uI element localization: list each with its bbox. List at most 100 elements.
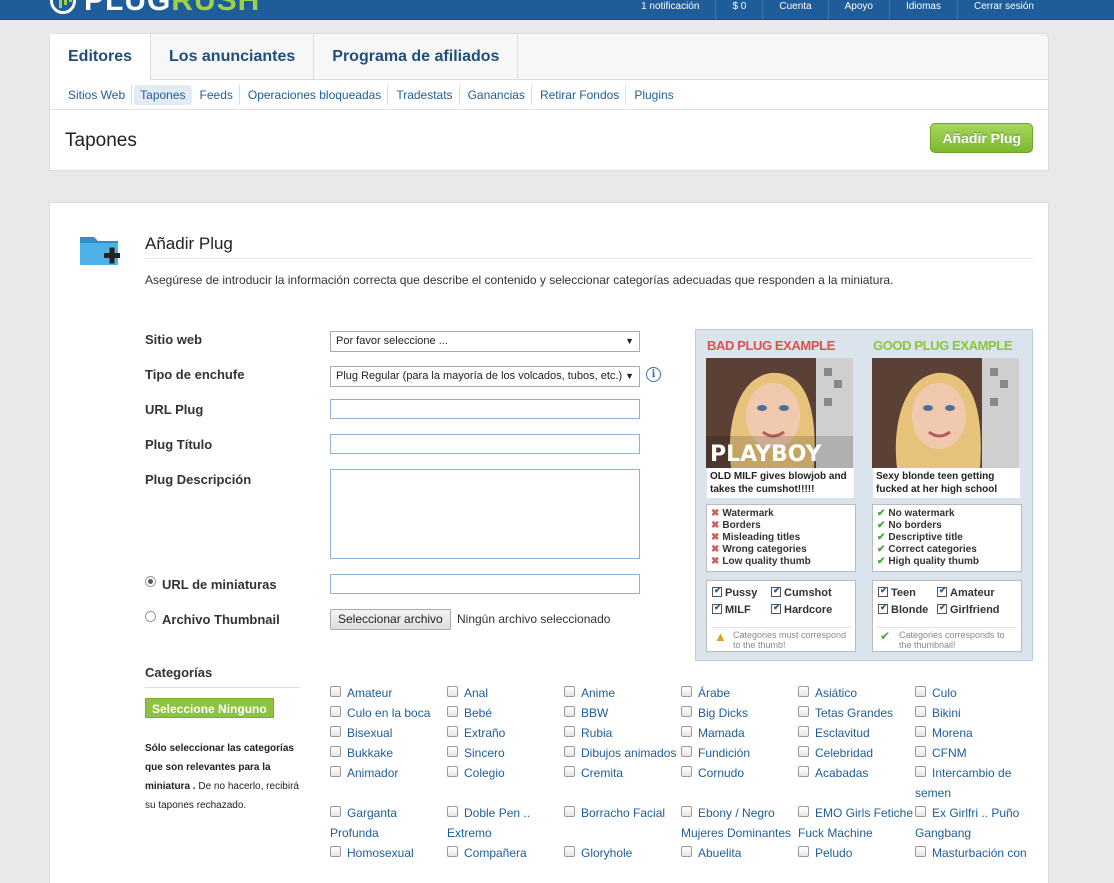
- checkbox[interactable]: [330, 766, 341, 777]
- category-checkbox[interactable]: Animador: [330, 763, 447, 783]
- category-checkbox[interactable]: Borracho Facial: [564, 803, 681, 823]
- category-checkbox[interactable]: Acabadas: [798, 763, 915, 783]
- category-checkbox[interactable]: Bukkake: [330, 743, 447, 763]
- checkbox[interactable]: [447, 846, 458, 857]
- checkbox[interactable]: [915, 846, 926, 857]
- category-checkbox[interactable]: Culo en la boca: [330, 703, 447, 723]
- checkbox[interactable]: [915, 806, 926, 817]
- category-checkbox[interactable]: Garganta Profunda: [330, 803, 447, 843]
- category-checkbox[interactable]: Intercambio de semen: [915, 763, 1032, 803]
- checkbox[interactable]: [798, 726, 809, 737]
- top-nav-support[interactable]: Apoyo: [827, 0, 889, 20]
- checkbox[interactable]: [681, 806, 692, 817]
- checkbox[interactable]: [681, 706, 692, 717]
- checkbox[interactable]: [564, 806, 575, 817]
- top-nav-balance[interactable]: $ 0: [715, 0, 762, 20]
- select-none-button[interactable]: Seleccione Ninguno: [145, 698, 274, 718]
- choose-file-button[interactable]: Seleccionar archivo: [330, 609, 451, 630]
- category-checkbox[interactable]: Árabe: [681, 683, 798, 703]
- checkbox[interactable]: [798, 846, 809, 857]
- subnav-earnings[interactable]: Ganancias: [462, 84, 532, 105]
- info-icon[interactable]: i: [646, 367, 661, 382]
- thumb-url-radio[interactable]: [145, 576, 156, 587]
- top-nav-notifications[interactable]: 1 notificación: [625, 0, 715, 20]
- checkbox[interactable]: [447, 686, 458, 697]
- category-checkbox[interactable]: Fundición: [681, 743, 798, 763]
- category-checkbox[interactable]: Sincero: [447, 743, 564, 763]
- checkbox[interactable]: [915, 766, 926, 777]
- category-checkbox[interactable]: Big Dicks: [681, 703, 798, 723]
- category-checkbox[interactable]: Cremita: [564, 763, 681, 783]
- checkbox[interactable]: [330, 706, 341, 717]
- category-checkbox[interactable]: Mamada: [681, 723, 798, 743]
- category-checkbox[interactable]: Compañera: [447, 843, 564, 863]
- category-checkbox[interactable]: Esclavitud: [798, 723, 915, 743]
- checkbox[interactable]: [564, 746, 575, 757]
- checkbox[interactable]: [447, 806, 458, 817]
- checkbox[interactable]: [915, 686, 926, 697]
- subnav-websites[interactable]: Sitios Web: [62, 84, 133, 105]
- add-plug-button[interactable]: Añadir Plug: [930, 123, 1033, 153]
- category-checkbox[interactable]: Dibujos animados: [564, 743, 681, 763]
- subnav-feeds[interactable]: Feeds: [194, 84, 240, 105]
- checkbox[interactable]: [681, 686, 692, 697]
- tab-advertisers[interactable]: Los anunciantes: [151, 34, 315, 79]
- category-checkbox[interactable]: EMO Girls Fetiche Fuck Machine: [798, 803, 915, 843]
- checkbox[interactable]: [564, 686, 575, 697]
- subnav-plugins[interactable]: Plugins: [628, 85, 679, 105]
- thumb-file-radio[interactable]: [145, 611, 156, 622]
- category-checkbox[interactable]: Colegio: [447, 763, 564, 783]
- category-checkbox[interactable]: Abuelita: [681, 843, 798, 863]
- plug-url-input[interactable]: [330, 399, 640, 419]
- category-checkbox[interactable]: Doble Pen .. Extremo: [447, 803, 564, 843]
- category-checkbox[interactable]: Bikini: [915, 703, 1032, 723]
- category-checkbox[interactable]: Celebridad: [798, 743, 915, 763]
- site-select[interactable]: Por favor seleccione ... ▼: [330, 331, 640, 352]
- checkbox[interactable]: [564, 846, 575, 857]
- checkbox[interactable]: [915, 706, 926, 717]
- top-nav-languages[interactable]: Idiomas: [888, 0, 957, 20]
- category-checkbox[interactable]: Asiático: [798, 683, 915, 703]
- checkbox[interactable]: [447, 746, 458, 757]
- category-checkbox[interactable]: Anal: [447, 683, 564, 703]
- checkbox[interactable]: [681, 726, 692, 737]
- tab-publishers[interactable]: Editores: [50, 34, 152, 81]
- plug-title-input[interactable]: [330, 434, 640, 454]
- checkbox[interactable]: [330, 686, 341, 697]
- category-checkbox[interactable]: Anime: [564, 683, 681, 703]
- checkbox[interactable]: [330, 806, 341, 817]
- subnav-withdraw[interactable]: Retirar Fondos: [534, 84, 627, 105]
- category-checkbox[interactable]: Rubia: [564, 723, 681, 743]
- subnav-tradestats[interactable]: Tradestats: [390, 84, 460, 105]
- category-checkbox[interactable]: Homosexual: [330, 843, 447, 863]
- thumb-url-input[interactable]: [330, 574, 640, 594]
- category-checkbox[interactable]: Extraño: [447, 723, 564, 743]
- plug-type-select[interactable]: Plug Regular (para la mayoría de los vol…: [330, 366, 640, 387]
- checkbox[interactable]: [447, 706, 458, 717]
- checkbox[interactable]: [915, 746, 926, 757]
- top-nav-logout[interactable]: Cerrar sesión: [956, 0, 1050, 20]
- top-nav-account[interactable]: Cuenta: [762, 0, 827, 20]
- checkbox[interactable]: [330, 726, 341, 737]
- checkbox[interactable]: [330, 746, 341, 757]
- subnav-plugs[interactable]: Tapones: [134, 84, 192, 105]
- category-checkbox[interactable]: Peludo: [798, 843, 915, 863]
- category-checkbox[interactable]: Culo: [915, 683, 1032, 703]
- checkbox[interactable]: [798, 766, 809, 777]
- checkbox[interactable]: [798, 806, 809, 817]
- checkbox[interactable]: [564, 706, 575, 717]
- checkbox[interactable]: [564, 766, 575, 777]
- category-checkbox[interactable]: Masturbación con: [915, 843, 1032, 863]
- checkbox[interactable]: [798, 706, 809, 717]
- tab-affiliate-program[interactable]: Programa de afiliados: [314, 34, 519, 79]
- checkbox[interactable]: [447, 766, 458, 777]
- category-checkbox[interactable]: Morena: [915, 723, 1032, 743]
- checkbox[interactable]: [798, 686, 809, 697]
- checkbox[interactable]: [681, 746, 692, 757]
- checkbox[interactable]: [564, 726, 575, 737]
- category-checkbox[interactable]: Cornudo: [681, 763, 798, 783]
- category-checkbox[interactable]: Bebé: [447, 703, 564, 723]
- category-checkbox[interactable]: Ex Girlfri .. Puño Gangbang: [915, 803, 1032, 843]
- checkbox[interactable]: [447, 726, 458, 737]
- plug-description-textarea[interactable]: [330, 469, 640, 559]
